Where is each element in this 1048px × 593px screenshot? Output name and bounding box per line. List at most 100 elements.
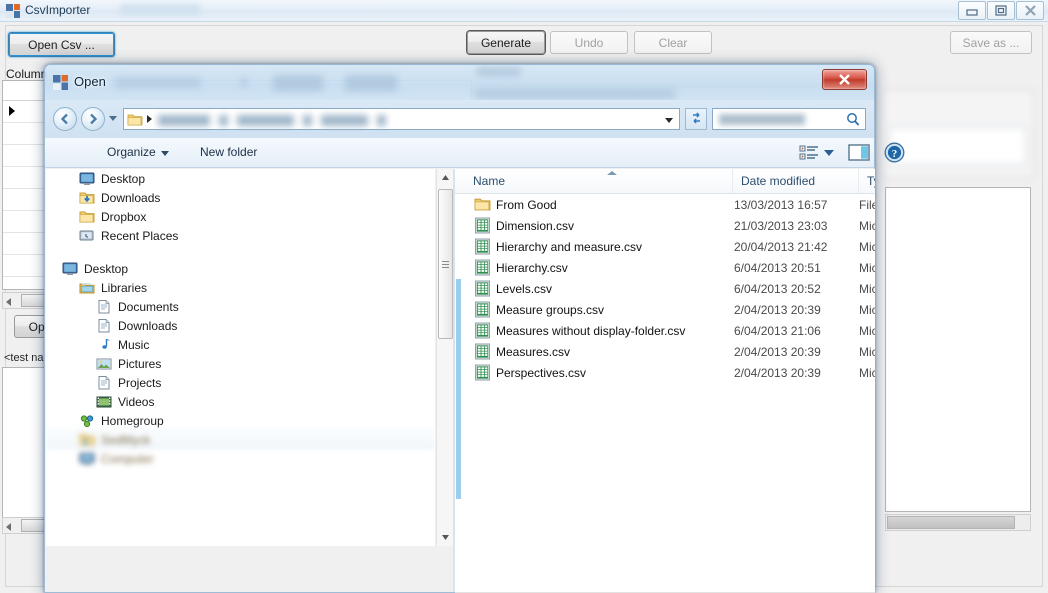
sidebar-item-documents[interactable]: Documents (46, 297, 435, 316)
close-icon (839, 74, 850, 85)
refresh-button[interactable] (685, 108, 707, 130)
address-bar[interactable] (123, 108, 680, 130)
help-icon: ? (884, 142, 905, 163)
file-type-cell: Microsoft E (859, 365, 875, 380)
file-type-cell: Microsoft E (859, 281, 875, 296)
search-icon (846, 112, 860, 130)
file-date-cell: 2/04/2013 20:39 (734, 302, 821, 317)
videos-icon (96, 394, 112, 410)
generate-button[interactable]: Generate (467, 31, 545, 54)
sidebar-item-videos[interactable]: Videos (46, 392, 435, 411)
csv-file-icon (474, 280, 491, 297)
maximize-icon (995, 5, 1007, 16)
file-list-row[interactable]: Perspectives.csv 2/04/2013 20:39 Microsoft… (455, 362, 875, 383)
chevron-down-icon[interactable] (824, 150, 834, 156)
preview-pane-button[interactable] (848, 143, 870, 162)
clear-button[interactable]: Clear (634, 31, 712, 54)
navigation-pane-scrollbar[interactable] (436, 169, 453, 546)
breadcrumb[interactable] (158, 112, 386, 128)
scroll-down-icon[interactable] (437, 529, 454, 546)
scrollbar-thumb[interactable] (438, 189, 453, 339)
new-folder-label: New folder (200, 145, 258, 159)
forward-button[interactable] (81, 107, 105, 131)
file-list-row[interactable]: Measures without display-folder.csv 6/04/… (455, 320, 875, 341)
sidebar-item-label: Desktop (101, 171, 146, 186)
minimize-icon (966, 8, 978, 16)
file-list-row[interactable]: Levels.csv 6/04/2013 20:52 Microsoft E (455, 278, 875, 299)
sidebar-item-projects[interactable]: Projects (46, 373, 435, 392)
column-header-type[interactable]: Type (859, 169, 875, 193)
maximize-button[interactable] (987, 1, 1015, 20)
sidebar-item-pictures[interactable]: Pictures (46, 354, 435, 373)
view-details-icon (799, 145, 818, 160)
refresh-icon (692, 112, 700, 124)
sidebar-item-downloads[interactable]: Downloads (46, 316, 435, 335)
sidebar-item-sedmyck[interactable]: SedMyck (46, 430, 435, 449)
chevron-down-icon (160, 150, 169, 156)
file-date-cell: 21/03/2013 23:03 (734, 218, 828, 233)
dialog-close-button[interactable] (822, 69, 867, 90)
glass-ghost (240, 78, 248, 87)
csv-file-icon (474, 343, 491, 360)
undo-button[interactable]: Undo (550, 31, 628, 54)
file-name-cell: Measures.csv (496, 344, 571, 359)
computer-icon (79, 451, 95, 467)
sidebar-item-desktop[interactable]: Desktop (46, 259, 435, 278)
column-header-date-modified[interactable]: Date modified (733, 169, 859, 193)
folder-icon (474, 196, 491, 213)
sidebar-item-label: Projects (118, 375, 162, 390)
sidebar-item-libraries[interactable]: Libraries (46, 278, 435, 297)
scroll-left-icon[interactable] (6, 298, 11, 306)
scroll-up-icon[interactable] (437, 169, 454, 186)
history-dropdown-button[interactable] (109, 116, 117, 121)
file-list-vertical-scrollbar[interactable] (456, 169, 461, 592)
help-button[interactable]: ? (884, 142, 905, 163)
sidebar-item-recent-places[interactable]: Recent Places (46, 226, 435, 245)
sidebar-item-label: Videos (118, 394, 155, 409)
preview-pane-icon (848, 144, 870, 161)
navigation-pane[interactable]: Desktop Downloads Dropbox Recent Places Desk… (46, 169, 435, 546)
scrollbar-thumb[interactable] (887, 516, 1015, 529)
row-selector-icon (9, 106, 15, 116)
sidebar-item-label: Desktop (84, 261, 129, 276)
file-type-cell: Microsoft E (859, 218, 875, 233)
preview-horizontal-scrollbar[interactable] (885, 514, 1031, 531)
command-bar: Organize New folder ? (45, 138, 905, 168)
column-header-name[interactable]: Name (465, 169, 733, 193)
settings-field[interactable] (889, 127, 1026, 165)
search-input[interactable] (712, 108, 866, 130)
sidebar-item-dropbox[interactable]: Dropbox (46, 207, 435, 226)
new-folder-button[interactable]: New folder (200, 145, 257, 159)
open-csv-button[interactable]: Open Csv ... (8, 32, 115, 57)
file-date-cell: 2/04/2013 20:39 (734, 365, 821, 380)
file-list-row[interactable]: Dimension.csv 21/03/2013 23:03 Microsoft E (455, 215, 875, 236)
glass-ghost (477, 67, 521, 76)
view-mode-button[interactable] (798, 143, 822, 163)
column-headers: Name Date modified Type (455, 169, 875, 194)
file-list-pane[interactable]: Name Date modified Type From Good 13/03/2… (455, 169, 875, 592)
file-list-row[interactable]: Measures.csv 2/04/2013 20:39 Microsoft E (455, 341, 875, 362)
organize-button[interactable]: Organize (107, 145, 169, 159)
sidebar-item-desktop[interactable]: Desktop (46, 169, 435, 188)
minimize-button[interactable] (958, 1, 986, 20)
file-list-row[interactable]: From Good 13/03/2013 16:57 File folder (455, 194, 875, 215)
scrollbar-thumb[interactable] (456, 279, 461, 499)
file-name-cell: Perspectives.csv (496, 365, 587, 380)
scroll-left-icon[interactable] (6, 523, 11, 531)
column-header-label: Date modified (741, 174, 816, 188)
file-date-cell: 6/04/2013 20:52 (734, 281, 821, 296)
sidebar-item-homegroup[interactable]: Homegroup (46, 411, 435, 430)
file-list-row[interactable]: Hierarchy.csv 6/04/2013 20:51 Microsoft E (455, 257, 875, 278)
file-date-cell: 20/04/2013 21:42 (734, 239, 828, 254)
recent-places-icon (79, 228, 95, 244)
save-as-button[interactable]: Save as ... (950, 31, 1032, 54)
sidebar-item-computer[interactable]: Computer (46, 449, 435, 468)
sidebar-item-music[interactable]: Music (46, 335, 435, 354)
back-button[interactable] (53, 107, 77, 131)
close-button[interactable] (1016, 1, 1044, 20)
sidebar-item-downloads[interactable]: Downloads (46, 188, 435, 207)
file-type-cell: Microsoft E (859, 302, 875, 317)
address-dropdown-button[interactable] (665, 118, 673, 123)
file-list-row[interactable]: Hierarchy and measure.csv 20/04/2013 21:4… (455, 236, 875, 257)
file-list-row[interactable]: Measure groups.csv 2/04/2013 20:39 Microso… (455, 299, 875, 320)
